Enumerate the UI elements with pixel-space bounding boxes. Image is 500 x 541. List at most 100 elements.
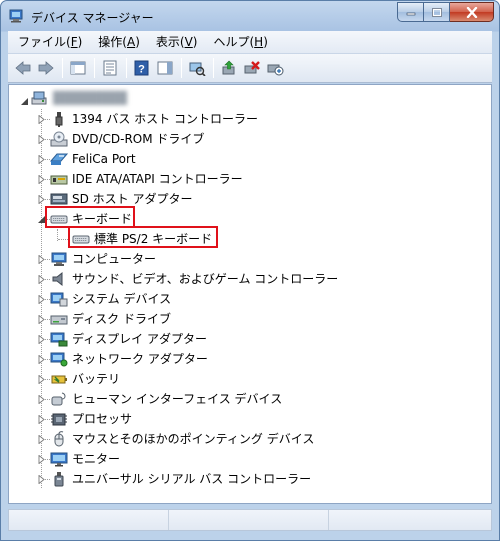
maximize-button[interactable] (424, 2, 450, 22)
svg-text:?: ? (138, 64, 145, 76)
expand-arrow-icon[interactable] (37, 395, 46, 404)
properties-button[interactable] (99, 57, 121, 79)
tree-category-label[interactable]: ヒューマン インターフェイス デバイス (72, 389, 282, 409)
battery-icon (51, 375, 67, 384)
menu-help-label: ヘルプ( (213, 35, 255, 49)
usb-icon (54, 472, 64, 487)
device-tree[interactable]: ████████ 1394 バス ホスト コントローラー DVD/CD-ROM ド… (8, 84, 492, 504)
tree-category-label[interactable]: ディスプレイ アダプター (72, 329, 207, 349)
expand-arrow-icon[interactable] (37, 255, 46, 264)
tree-category-label[interactable]: 1394 バス ホスト コントローラー (72, 109, 258, 129)
speaker-icon (52, 271, 63, 287)
menu-bar: ファイル(F) 操作(A) 表示(V) ヘルプ(H) (8, 31, 492, 53)
expand-arrow-icon[interactable] (37, 295, 46, 304)
expand-arrow-icon[interactable] (37, 195, 46, 204)
menu-action-suffix: ) (135, 35, 140, 49)
toolbar-separator (126, 58, 127, 78)
expand-arrow-icon[interactable] (37, 455, 46, 464)
disk-drive-icon (50, 315, 68, 325)
toolbar-separator (181, 58, 182, 78)
tree-category-label[interactable]: コンピューター (72, 249, 156, 269)
maximize-icon (431, 7, 442, 17)
properties-icon (103, 60, 117, 76)
status-bar (8, 509, 492, 531)
highlight-keyboard-category (45, 206, 135, 228)
menu-file-label: ファイル( (18, 35, 71, 49)
update-driver-button[interactable] (218, 57, 240, 79)
expand-arrow-icon[interactable] (37, 155, 46, 164)
expand-arrow-icon[interactable] (37, 355, 46, 364)
expand-arrow-icon[interactable] (37, 415, 46, 424)
expand-arrow-icon[interactable] (37, 275, 46, 284)
disable-device-button[interactable] (264, 57, 286, 79)
toolbar-separator (94, 58, 95, 78)
monitor-icon (50, 452, 68, 467)
collapse-arrow-icon[interactable] (20, 97, 29, 106)
tree-guide-branch (58, 239, 68, 240)
menu-view[interactable]: 表示(V) (150, 32, 204, 52)
tree-category-label[interactable]: バッテリ (72, 369, 120, 389)
usb-plug-icon (55, 112, 63, 127)
network-adapter-icon (50, 352, 68, 367)
computer-name-label[interactable]: ████████ (53, 88, 127, 108)
menu-file-suffix: ) (77, 35, 83, 49)
action-pane-button[interactable] (154, 57, 176, 79)
expand-arrow-icon[interactable] (37, 435, 46, 444)
menu-file-accesskey: F (70, 35, 78, 49)
tree-category-label[interactable]: プロセッサ (72, 409, 132, 429)
expand-arrow-icon[interactable] (37, 375, 46, 384)
menu-action-accesskey: A (126, 35, 136, 49)
close-button[interactable] (450, 2, 494, 22)
uninstall-button[interactable] (241, 57, 263, 79)
highlight-ps2-keyboard (68, 226, 218, 248)
console-tree-icon (70, 61, 86, 75)
uninstall-icon (244, 61, 260, 74)
back-arrow-icon (15, 61, 31, 75)
expand-arrow-icon[interactable] (37, 175, 46, 184)
menu-help[interactable]: ヘルプ(H) (207, 32, 273, 52)
expand-arrow-icon[interactable] (37, 475, 46, 484)
tree-category-label[interactable]: システム デバイス (72, 289, 171, 309)
status-segment-2 (169, 510, 329, 530)
display-adapter-icon (50, 332, 68, 347)
forward-button[interactable] (35, 57, 57, 79)
tree-category-label[interactable]: マウスとそのほかのポインティング デバイス (72, 429, 314, 449)
tree-category-label[interactable]: サウンド、ビデオ、およびゲーム コントローラー (72, 269, 338, 289)
forward-arrow-icon (38, 61, 54, 75)
scan-hardware-icon (189, 62, 206, 76)
status-segment-1 (9, 510, 169, 530)
tree-category-label[interactable]: IDE ATA/ATAPI コントローラー (72, 169, 243, 189)
minimize-button[interactable] (397, 2, 424, 22)
expand-arrow-icon[interactable] (37, 115, 46, 124)
system-device-icon (50, 292, 68, 307)
title-bar[interactable]: デバイス マネージャー (1, 1, 499, 31)
show-hide-console-tree-button[interactable] (67, 57, 89, 79)
toolbar-separator (213, 58, 214, 78)
toolbar-separator (62, 58, 63, 78)
caption-buttons (397, 2, 494, 22)
menu-help-suffix: ) (263, 35, 268, 49)
tree-category-label[interactable]: ユニバーサル シリアル バス コントローラー (72, 469, 311, 489)
menu-view-label: 表示( (155, 35, 185, 49)
menu-action-label: 操作( (98, 35, 127, 49)
tree-category-label[interactable]: DVD/CD-ROM ドライブ (72, 129, 204, 149)
tree-category-label[interactable]: ネットワーク アダプター (72, 349, 208, 369)
menu-file[interactable]: ファイル(F) (12, 32, 88, 52)
help-button[interactable]: ? (131, 57, 153, 79)
felica-icon (50, 153, 68, 165)
disc-drive-icon (50, 131, 68, 147)
tree-category-label[interactable]: ディスク ドライブ (72, 309, 171, 329)
expand-arrow-icon[interactable] (37, 135, 46, 144)
processor-icon (51, 413, 67, 426)
scan-hardware-button[interactable] (186, 57, 208, 79)
tree-category-label[interactable]: FeliCa Port (72, 149, 136, 169)
sd-adapter-icon (50, 193, 68, 205)
expand-arrow-icon[interactable] (37, 315, 46, 324)
status-segment-3 (329, 510, 491, 530)
menu-action[interactable]: 操作(A) (92, 32, 146, 52)
back-button[interactable] (12, 57, 34, 79)
tree-category-label[interactable]: モニター (72, 449, 120, 469)
expand-arrow-icon[interactable] (37, 335, 46, 344)
hid-icon (51, 392, 66, 406)
help-icon: ? (134, 60, 149, 76)
